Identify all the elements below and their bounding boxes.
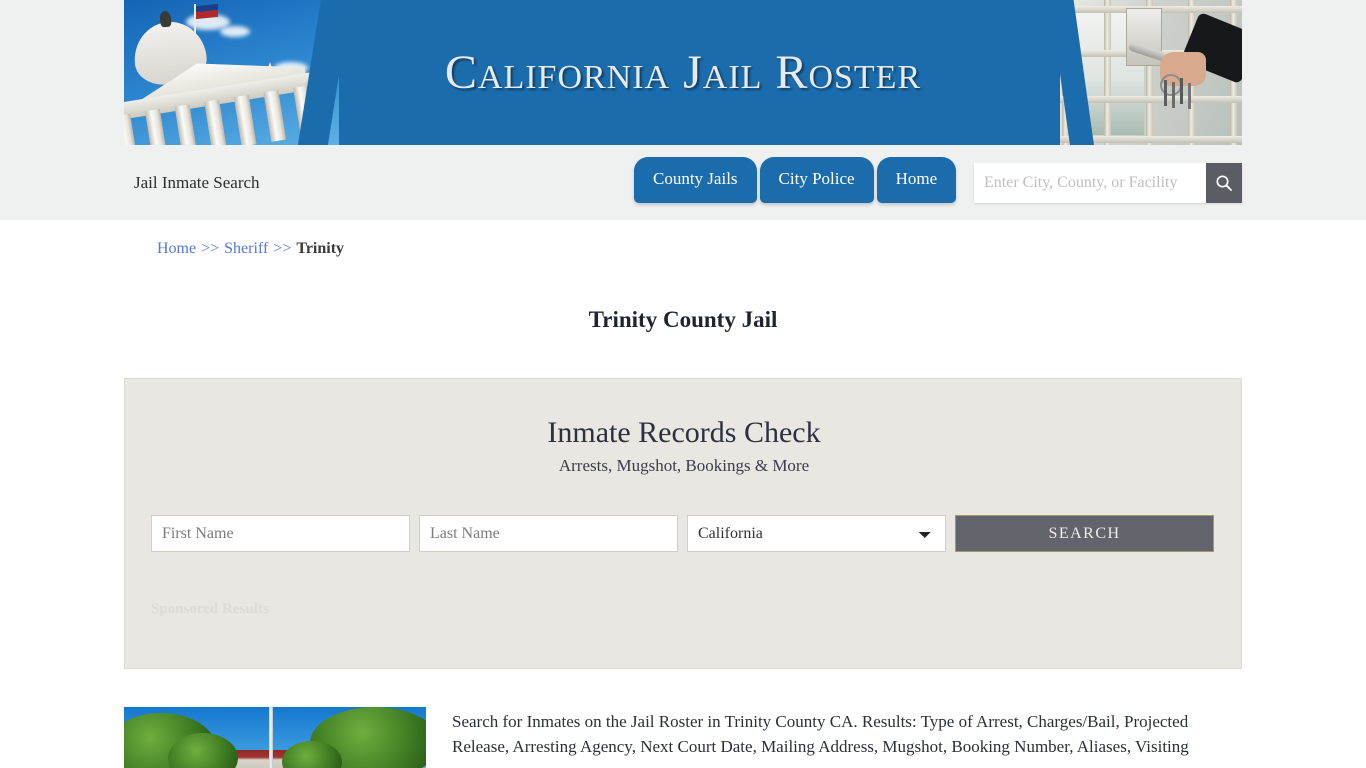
nav-item-home[interactable]: Home (876, 157, 957, 203)
header-nav-row: Jail Inmate Search County Jails City Pol… (124, 145, 1242, 220)
site-banner: California Jail Roster (124, 0, 1242, 145)
sponsored-results-label: Sponsored Results (151, 601, 269, 617)
site-header: California Jail Roster Jail Inmate Searc… (0, 0, 1366, 220)
cell-bar-shape (1104, 0, 1111, 145)
keys-shape (1164, 80, 1167, 106)
flag-shape (196, 3, 218, 20)
capitol-building-image (124, 0, 339, 145)
column-shape (233, 94, 257, 145)
main-navigation: County Jails City Police Home (634, 157, 959, 203)
last-name-input[interactable] (419, 515, 678, 552)
state-select[interactable]: California (687, 515, 946, 552)
panel-subheading: Arrests, Mugshot, Bookings & More (558, 456, 810, 475)
breadcrumb-separator: >> (201, 240, 220, 257)
page-title: Trinity County Jail (588, 307, 778, 333)
jail-description-text: Search for Inmates on the Jail Roster in… (452, 712, 1189, 756)
breadcrumb-separator: >> (273, 240, 292, 257)
breadcrumb-link-home[interactable]: Home (157, 240, 196, 257)
search-input[interactable] (974, 163, 1206, 203)
inmate-search-button[interactable]: SEARCH (955, 515, 1214, 552)
inmate-search-form: California SEARCH (151, 515, 1217, 552)
header-search (974, 163, 1242, 203)
thumb-flagpole-shape (269, 707, 273, 768)
search-submit-button[interactable] (1206, 163, 1242, 203)
search-icon (1216, 175, 1232, 191)
site-name: Jail Inmate Search (134, 173, 260, 192)
column-shape (263, 90, 287, 142)
column-shape (204, 99, 227, 145)
nav-item-city-police[interactable]: City Police (759, 157, 874, 203)
column-shape (124, 113, 138, 145)
panel-heading: Inmate Records Check (547, 416, 821, 449)
first-name-input[interactable] (151, 515, 410, 552)
cloud-shape (220, 26, 250, 37)
column-shape (174, 104, 198, 145)
breadcrumb-link-sheriff[interactable]: Sheriff (224, 240, 268, 257)
jail-thumbnail-image[interactable] (124, 707, 426, 768)
column-shape (144, 108, 168, 145)
nav-item-county-jails[interactable]: County Jails (634, 157, 757, 203)
breadcrumb-current: Trinity (296, 240, 345, 257)
jail-cell-image (1060, 0, 1242, 145)
inmate-records-panel: Inmate Records Check Arrests, Mugshot, B… (124, 378, 1242, 669)
breadcrumb: Home >> Sheriff >> Trinity (157, 240, 344, 258)
